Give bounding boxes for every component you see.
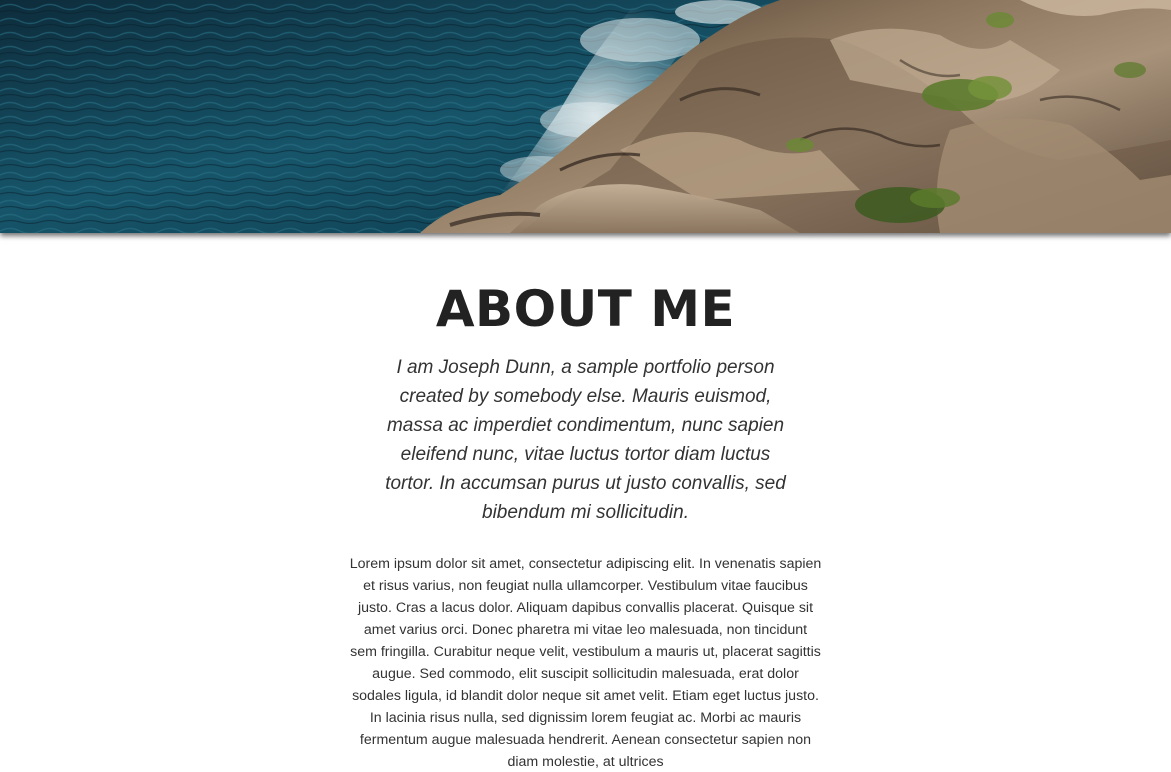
about-body-text: Lorem ipsum dolor sit amet, consectetur … xyxy=(349,556,822,770)
ocean-coast-illustration xyxy=(0,0,1171,233)
about-section: ABOUT ME I am Joseph Dunn, a sample port… xyxy=(0,233,1171,772)
about-title: ABOUT ME xyxy=(435,280,736,338)
about-lead-text: I am Joseph Dunn, a sample portfolio per… xyxy=(385,357,786,523)
hero-banner-image xyxy=(0,0,1171,233)
